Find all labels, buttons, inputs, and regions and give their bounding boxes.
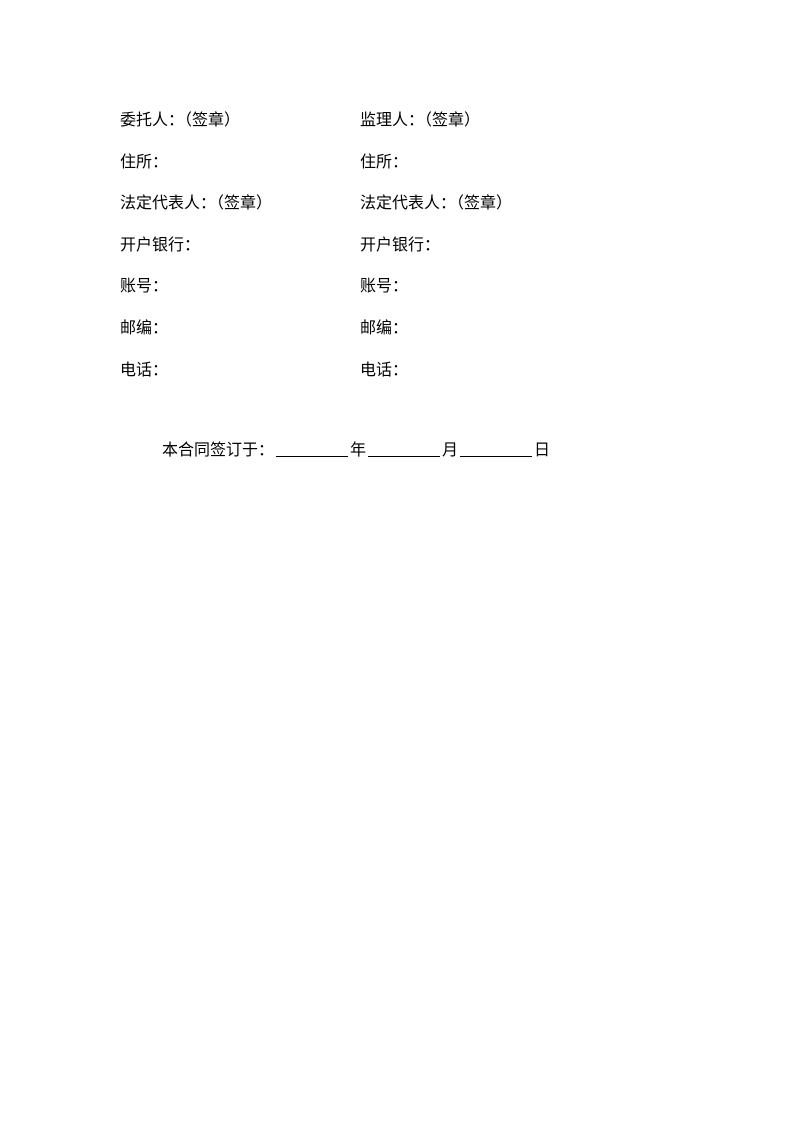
right-bank: 开户银行： bbox=[360, 225, 674, 267]
right-column: 监理人：（签章） 住所： 法定代表人：（签章） 开户银行： 账号： 邮编： 电话… bbox=[360, 100, 674, 391]
day-blank bbox=[460, 438, 532, 457]
two-column-layout: 委托人：（签章） 住所： 法定代表人：（签章） 开户银行： 账号： 邮编： 电话… bbox=[120, 100, 674, 391]
right-account: 账号： bbox=[360, 266, 674, 308]
right-address: 住所： bbox=[360, 142, 674, 184]
left-column: 委托人：（签章） 住所： 法定代表人：（签章） 开户银行： 账号： 邮编： 电话… bbox=[120, 100, 360, 391]
right-party: 监理人：（签章） bbox=[360, 100, 674, 142]
right-legal-rep: 法定代表人：（签章） bbox=[360, 183, 674, 225]
left-postcode: 邮编： bbox=[120, 308, 360, 350]
right-phone: 电话： bbox=[360, 350, 674, 392]
left-legal-rep: 法定代表人：（签章） bbox=[120, 183, 360, 225]
year-blank bbox=[276, 438, 348, 457]
left-party: 委托人：（签章） bbox=[120, 100, 360, 142]
left-account: 账号： bbox=[120, 266, 360, 308]
left-phone: 电话： bbox=[120, 350, 360, 392]
day-label: 日 bbox=[534, 442, 550, 459]
year-label: 年 bbox=[350, 442, 366, 459]
left-address: 住所： bbox=[120, 142, 360, 184]
document-body: 委托人：（签章） 住所： 法定代表人：（签章） 开户银行： 账号： 邮编： 电话… bbox=[0, 0, 794, 467]
month-blank bbox=[368, 438, 440, 457]
left-bank: 开户银行： bbox=[120, 225, 360, 267]
signing-date-line: 本合同签订于： 年 月 日 bbox=[120, 435, 674, 467]
date-prefix: 本合同签订于： bbox=[162, 442, 274, 459]
right-postcode: 邮编： bbox=[360, 308, 674, 350]
month-label: 月 bbox=[442, 442, 458, 459]
